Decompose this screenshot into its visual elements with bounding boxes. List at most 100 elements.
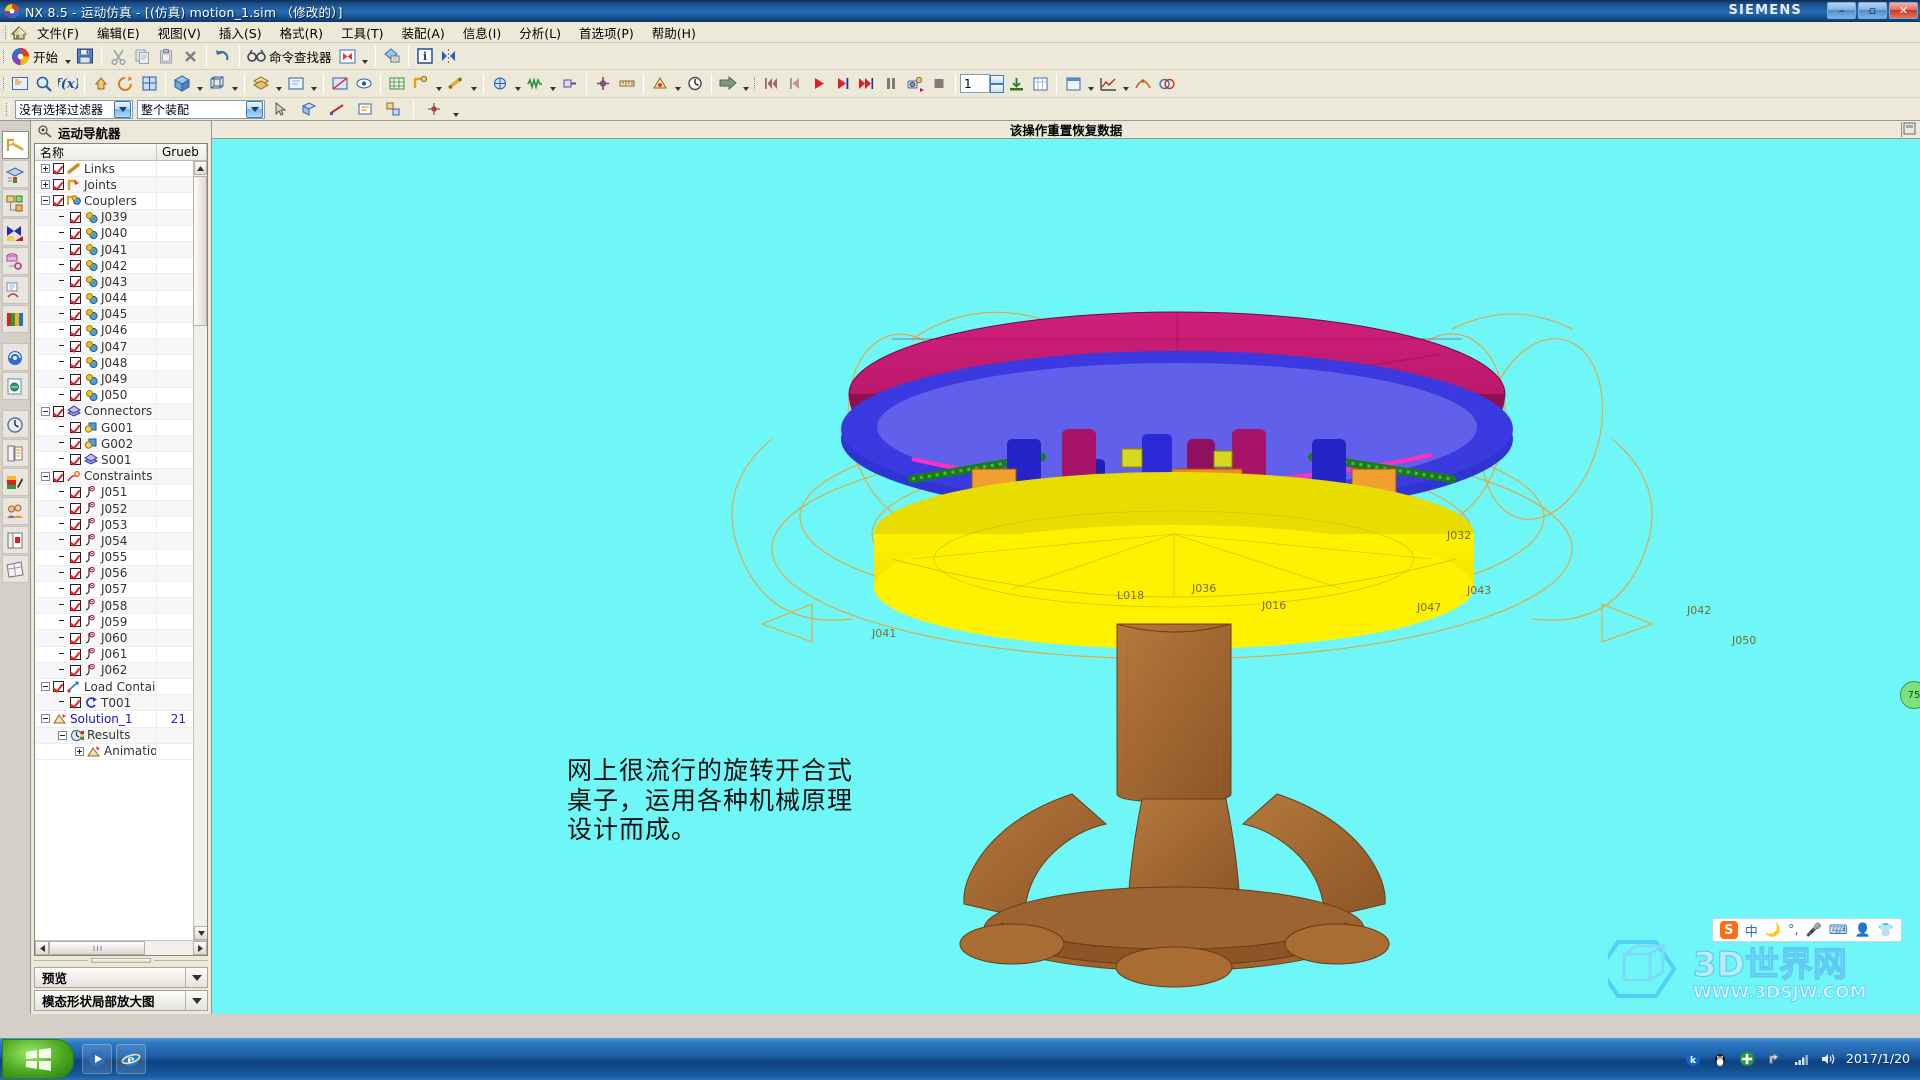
tree-row[interactable]: J059	[35, 614, 193, 631]
resource-part-navigator[interactable]	[1, 189, 29, 217]
selection-filter-combo[interactable]: 没有选择过滤器	[15, 99, 133, 119]
tree-row-checkbox[interactable]	[70, 583, 81, 595]
h-scroll-thumb[interactable]	[49, 941, 145, 955]
qq-penguin-icon[interactable]	[1711, 1050, 1729, 1068]
tree-row[interactable]: J043	[35, 274, 193, 291]
tree-row-checkbox[interactable]	[70, 341, 81, 353]
tree-row[interactable]: Animation	[35, 743, 193, 760]
nx-home-icon[interactable]	[10, 24, 28, 41]
tree-row[interactable]: J049	[35, 371, 193, 388]
play-forward-icon[interactable]	[716, 72, 740, 95]
menu-grip[interactable]	[2, 24, 10, 41]
network-icon[interactable]	[1792, 1050, 1810, 1068]
tree-row[interactable]: Results	[35, 727, 193, 744]
play-forward-dropdown-icon[interactable]	[740, 72, 751, 95]
animation-frame-spinner[interactable]: 1	[960, 74, 990, 93]
driver-dropdown-icon[interactable]	[512, 72, 523, 95]
tree-row[interactable]: J060	[35, 630, 193, 647]
tree-vertical-scrollbar[interactable]	[193, 161, 207, 940]
kingsoft-icon[interactable]: k	[1684, 1050, 1702, 1068]
resource-sheet[interactable]	[1, 526, 29, 554]
select-general-icon[interactable]	[269, 98, 293, 121]
resource-history[interactable]	[1, 276, 29, 304]
menu-view[interactable]: 视图(V)	[149, 21, 210, 44]
tree-row-checkbox[interactable]	[70, 648, 81, 660]
pause-icon[interactable]	[879, 72, 903, 95]
tree-row[interactable]: J057	[35, 581, 193, 599]
tree-row[interactable]: J045	[35, 306, 193, 323]
xy-plot-dropdown-icon[interactable]	[1120, 72, 1131, 95]
tree-scroll-thumb[interactable]	[193, 176, 207, 326]
internet-explorer-icon[interactable]: e	[116, 1044, 146, 1074]
window-dropdown-icon[interactable]	[1085, 72, 1096, 95]
window-icon[interactable]	[1061, 72, 1085, 95]
panel-preview[interactable]: 预览	[34, 967, 208, 988]
pan-icon[interactable]	[89, 72, 113, 95]
rotating-table-3d-model[interactable]: J032 L018 J036 J016 J043 J042 J041 J050 …	[212, 139, 1920, 1014]
menu-preferences[interactable]: 首选项(P)	[570, 21, 643, 44]
panel-splitter[interactable]	[31, 956, 211, 965]
command-finder-icon[interactable]	[244, 45, 268, 68]
tree-horizontal-scrollbar[interactable]	[35, 940, 207, 955]
scroll-left-arrow[interactable]	[35, 941, 49, 955]
undo-icon[interactable]	[211, 45, 235, 68]
resource-system-scene[interactable]	[1, 468, 29, 496]
tree-row[interactable]: S001	[35, 452, 193, 469]
resource-internet-explorer[interactable]	[1, 343, 29, 371]
driver-icon[interactable]	[488, 72, 512, 95]
results-tool-icon[interactable]	[683, 72, 707, 95]
tree-row[interactable]: T001	[35, 695, 193, 712]
tree-row[interactable]: J053	[35, 517, 193, 534]
xy-plot-icon[interactable]	[1096, 72, 1120, 95]
expand-icon[interactable]	[75, 746, 84, 756]
tree-row-checkbox[interactable]	[70, 535, 81, 547]
tree-row-checkbox[interactable]	[53, 163, 64, 175]
tree-row-checkbox[interactable]	[70, 486, 81, 498]
tree-row[interactable]: Joints	[35, 177, 193, 194]
joint-dropdown-icon[interactable]	[433, 72, 444, 95]
tree-row-checkbox[interactable]	[70, 211, 81, 223]
windows-start-icon[interactable]	[2, 1039, 74, 1079]
tree-row[interactable]: Connectors	[35, 403, 193, 420]
tree-row-checkbox[interactable]	[70, 260, 81, 272]
save-icon[interactable]	[73, 45, 97, 68]
tree-row-checkbox[interactable]	[70, 503, 81, 515]
tree-row-checkbox[interactable]	[70, 551, 81, 563]
zoom-badge[interactable]: 75	[1900, 681, 1920, 709]
wireframe-icon[interactable]	[205, 72, 229, 95]
tree-row[interactable]: J052	[35, 500, 193, 518]
object-display-icon[interactable]	[380, 45, 404, 68]
select-component-icon[interactable]	[381, 98, 405, 121]
tree-row-checkbox[interactable]	[70, 308, 81, 320]
solve-icon[interactable]	[648, 72, 672, 95]
resource-reuse-library[interactable]	[1, 247, 29, 275]
tree-row[interactable]: J048	[35, 355, 193, 372]
chevron-down-icon[interactable]	[246, 100, 263, 118]
tree-row[interactable]: Couplers	[35, 193, 193, 210]
window-layout-dropdown-icon[interactable]	[360, 45, 371, 68]
tree-row-checkbox[interactable]	[70, 244, 81, 256]
toolbar-grip-anim[interactable]	[751, 75, 759, 92]
usb-eject-icon[interactable]	[1765, 1050, 1783, 1068]
resource-palette[interactable]	[1, 305, 29, 333]
start-button-label[interactable]: 开始	[32, 47, 62, 66]
volume-icon[interactable]	[1819, 1050, 1837, 1068]
shaded-dropdown-icon[interactable]	[194, 72, 205, 95]
tree-row-checkbox[interactable]	[70, 373, 81, 385]
start-menu-icon[interactable]	[8, 45, 32, 68]
close-button[interactable]: ✕	[1889, 2, 1918, 19]
collapse-icon[interactable]	[41, 714, 50, 724]
chevron-down-icon[interactable]	[185, 991, 207, 1010]
taskbar-clock[interactable]: 2017/1/20	[1846, 1052, 1910, 1066]
collapse-icon[interactable]	[58, 730, 67, 740]
tree-row[interactable]: Constraints	[35, 468, 193, 485]
tree-row[interactable]: J042	[35, 258, 193, 275]
toolbar-grip-1[interactable]	[0, 48, 8, 65]
link-dropdown-icon[interactable]	[468, 72, 479, 95]
cut-icon[interactable]	[106, 45, 130, 68]
column-header-gruebler[interactable]: Grueb	[157, 144, 207, 160]
resource-collaborate[interactable]	[1, 497, 29, 525]
resource-history-clock[interactable]	[1, 410, 29, 438]
menu-help[interactable]: 帮助(H)	[643, 21, 705, 44]
step-forward-icon[interactable]	[831, 72, 855, 95]
